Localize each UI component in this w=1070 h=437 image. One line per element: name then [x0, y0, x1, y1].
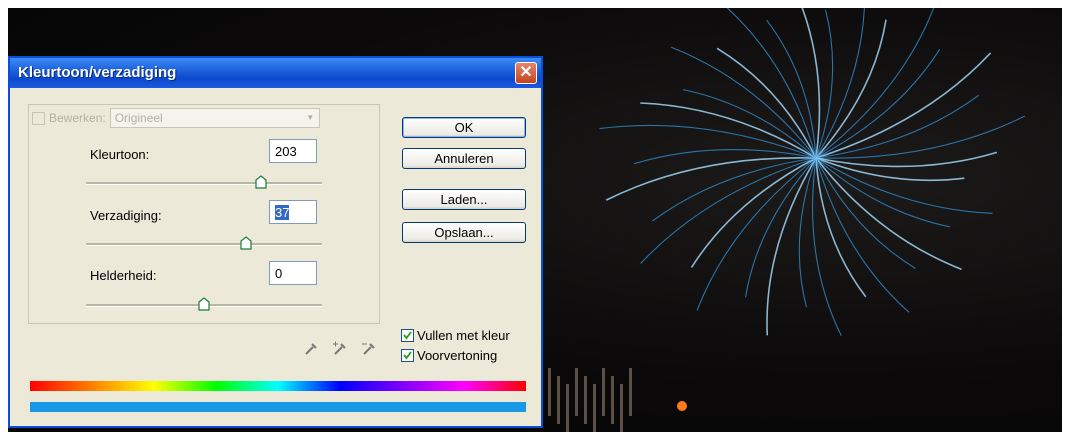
saturation-label: Verzadiging:	[90, 208, 162, 223]
firework-streak	[815, 157, 910, 313]
lightness-value: 0	[275, 266, 283, 281]
hue-value: 203	[275, 144, 297, 159]
eyedropper-plus-icon[interactable]	[332, 341, 348, 357]
firework-streak	[815, 48, 941, 159]
edit-row: Bewerken: Origineel ▼	[32, 107, 324, 129]
skyline-light	[557, 376, 560, 424]
lightness-label: Helderheid:	[90, 268, 157, 283]
firework-streak	[815, 151, 998, 168]
skyline-light	[593, 384, 596, 432]
firework-streak	[815, 157, 867, 298]
hue-saturation-dialog: Kleurtoon/verzadiging ✕ Bewerken: Origin…	[8, 56, 543, 428]
lightness-input[interactable]: 0	[269, 261, 317, 285]
firework-streak	[815, 115, 1026, 159]
adjustment-group	[28, 104, 380, 324]
colorize-label: Vullen met kleur	[417, 328, 510, 343]
colorize-option[interactable]: Vullen met kleur	[401, 328, 510, 343]
checkmark-icon	[403, 331, 412, 340]
saturation-slider-track[interactable]	[86, 243, 322, 246]
firework-streak	[633, 148, 817, 165]
colorize-checkbox[interactable]	[401, 329, 414, 342]
dialog-title: Kleurtoon/verzadiging	[18, 64, 177, 81]
firework-streak	[671, 46, 817, 159]
edit-checkbox	[32, 111, 45, 125]
city-glow	[677, 401, 687, 411]
firework-streak	[766, 19, 817, 159]
firework-streak	[801, 8, 821, 159]
eyedropper-icon[interactable]	[303, 341, 319, 357]
edit-select: Origineel ▼	[109, 108, 320, 128]
hue-input[interactable]: 203	[269, 139, 317, 163]
skyline-light	[566, 384, 569, 432]
load-button[interactable]: Laden...	[402, 189, 526, 210]
firework-streak	[815, 157, 916, 269]
firework-streak	[766, 157, 817, 336]
skyline-light	[584, 376, 587, 424]
slider-thumb-icon[interactable]	[240, 236, 253, 250]
saturation-input[interactable]: 37	[269, 200, 317, 224]
edit-label: Bewerken:	[49, 111, 106, 125]
skyline-light	[602, 368, 605, 416]
skyline-light	[611, 376, 614, 424]
skyline-light	[629, 368, 632, 416]
chevron-down-icon: ▼	[306, 113, 315, 122]
save-button[interactable]: Opslaan...	[402, 222, 526, 243]
preview-checkbox[interactable]	[401, 349, 414, 362]
ok-button[interactable]: OK	[402, 117, 526, 138]
slider-thumb-icon[interactable]	[198, 297, 210, 311]
skyline-light	[620, 384, 623, 432]
dialog-titlebar[interactable]: Kleurtoon/verzadiging ✕	[10, 58, 541, 88]
preview-label: Voorvertoning	[417, 348, 498, 363]
cancel-button[interactable]: Annuleren	[402, 148, 526, 169]
close-button[interactable]: ✕	[515, 62, 537, 84]
checkmark-icon	[403, 351, 412, 360]
skyline-light	[575, 368, 578, 416]
preview-option[interactable]: Voorvertoning	[401, 348, 497, 363]
firework-streak	[690, 157, 817, 268]
edit-select-value: Origineel	[114, 111, 163, 125]
firework-streak	[605, 156, 817, 201]
close-icon: ✕	[519, 64, 533, 81]
hue-label: Kleurtoon:	[90, 147, 150, 162]
result-color-bar	[30, 402, 526, 412]
eyedropper-minus-icon[interactable]	[361, 341, 377, 357]
skyline-light	[548, 368, 551, 416]
spectrum-bar	[30, 381, 526, 391]
firework-streak	[815, 157, 962, 271]
slider-thumb-icon[interactable]	[255, 175, 267, 189]
saturation-value: 37	[275, 205, 290, 220]
hue-slider-track[interactable]	[86, 182, 322, 185]
